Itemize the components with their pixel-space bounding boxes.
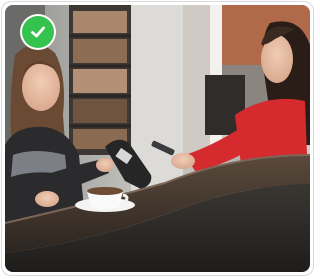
image-option-card[interactable] [1,1,314,276]
option-photo [5,5,310,272]
check-circle-icon [22,16,54,48]
